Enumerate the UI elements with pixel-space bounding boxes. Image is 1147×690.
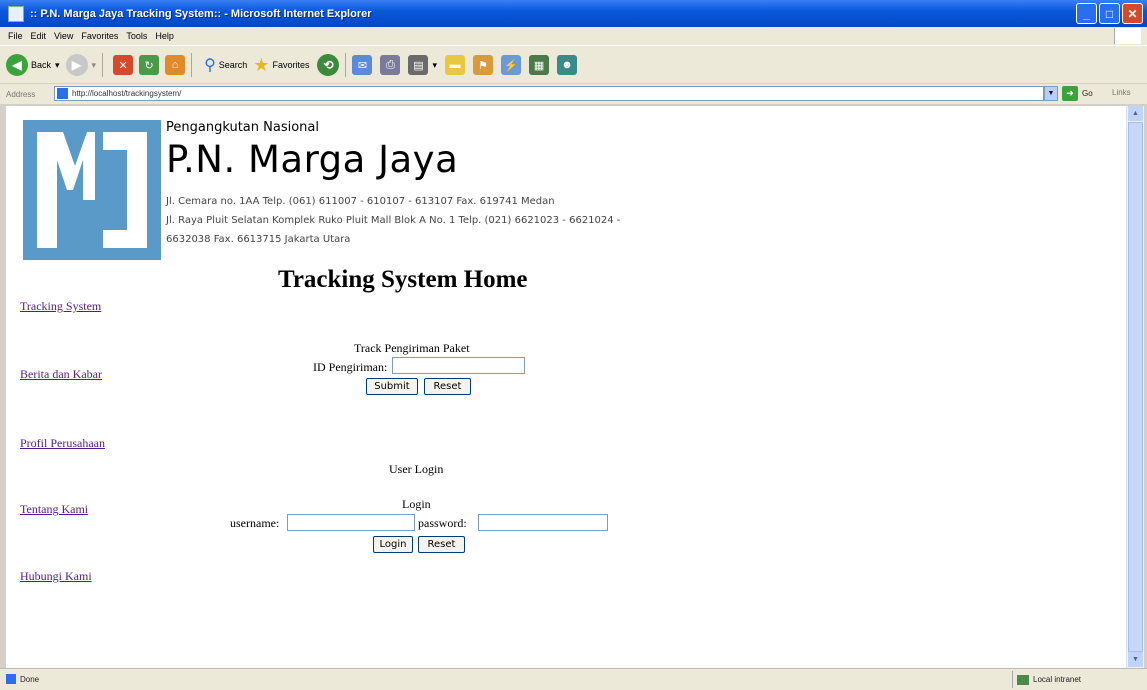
toolbar-separator (345, 53, 347, 77)
track-reset-button[interactable]: Reset (424, 378, 471, 395)
password-label: password: (418, 516, 467, 530)
login-reset-button[interactable]: Reset (418, 536, 465, 553)
close-button[interactable]: ✕ (1122, 3, 1143, 24)
page-viewport: Pengangkutan Nasional P.N. Marga Jaya Jl… (6, 106, 1126, 668)
title-bar: :: P.N. Marga Jaya Tracking System:: - M… (0, 0, 1147, 27)
forward-arrow-icon: ▶ (65, 54, 88, 76)
address-line-medan: Jl. Cemara no. 1AA Telp. (061) 611007 - … (166, 196, 555, 207)
status-done: Done (6, 674, 39, 684)
password-input[interactable] (478, 514, 608, 531)
toolbar-separator (191, 53, 193, 77)
history-icon[interactable]: ⟲ (317, 54, 340, 76)
user-login-heading: User Login (389, 462, 444, 476)
nav-tentang-kami[interactable]: Tentang Kami (20, 502, 88, 517)
company-logo (23, 120, 161, 260)
menu-file[interactable]: File (8, 31, 23, 41)
back-arrow-icon: ◀ (6, 54, 28, 76)
windows-logo-icon (1114, 28, 1141, 44)
edit-dropdown-icon[interactable]: ▾ (432, 60, 437, 71)
scroll-down-icon[interactable]: ▼ (1128, 652, 1143, 667)
print-icon[interactable]: ⎙ (380, 55, 401, 75)
company-name: P.N. Marga Jaya (166, 138, 459, 181)
home-icon[interactable]: ⌂ (165, 55, 186, 75)
back-button[interactable]: ◀ Back ▾ (6, 54, 60, 76)
track-submit-button[interactable]: Submit (366, 378, 418, 395)
username-label: username: (230, 516, 280, 530)
nav-berita-dan-kabar[interactable]: Berita dan Kabar (20, 367, 102, 382)
links-label[interactable]: Links (1112, 88, 1131, 97)
minimize-button[interactable]: _ (1076, 3, 1097, 24)
address-dropdown-icon[interactable]: ▼ (1044, 86, 1058, 101)
messenger-icon[interactable]: ⚡ (501, 55, 522, 75)
login-heading: Login (402, 497, 431, 511)
address-input[interactable]: http://localhost/trackingsystem/ (54, 86, 1044, 101)
users-icon[interactable]: ☻ (557, 55, 578, 75)
maximize-button[interactable]: □ (1099, 3, 1120, 24)
address-line-jakarta-cont: 6632038 Fax. 6613715 Jakarta Utara (166, 234, 351, 245)
search-label: Search (218, 60, 248, 70)
zone-text: Local intranet (1033, 675, 1082, 684)
search-icon: ⚲ (204, 57, 216, 74)
search-button[interactable]: ⚲ Search (204, 55, 247, 75)
media-icon[interactable]: ▦ (529, 55, 550, 75)
status-text: Done (20, 674, 40, 684)
favorites-star-icon: ★ (253, 54, 270, 75)
track-heading: Track Pengiriman Paket (354, 341, 470, 355)
scroll-thumb[interactable] (1128, 122, 1143, 652)
nav-profil-perusahaan[interactable]: Profil Perusahaan (20, 436, 105, 451)
forward-button[interactable]: ▶ ▾ (65, 54, 97, 76)
back-dropdown-icon: ▾ (55, 59, 60, 70)
menu-favorites[interactable]: Favorites (81, 31, 118, 41)
page-done-icon (6, 674, 16, 684)
track-id-label: ID Pengiriman: (313, 360, 388, 374)
vertical-scrollbar[interactable]: ▲ ▼ (1126, 106, 1144, 668)
favorites-label: Favorites (272, 60, 310, 70)
nav-hubungi-kami[interactable]: Hubungi Kami (20, 569, 92, 584)
go-button[interactable]: ➜ Go (1062, 86, 1093, 101)
intranet-icon (1017, 674, 1029, 685)
security-zone: Local intranet (1012, 671, 1142, 688)
scroll-up-icon[interactable]: ▲ (1128, 106, 1143, 121)
favorites-button[interactable]: ★ Favorites (253, 55, 309, 76)
menu-view[interactable]: View (54, 31, 73, 41)
address-bar: Address http://localhost/trackingsystem/… (0, 83, 1147, 104)
mail-icon[interactable]: ✉ (352, 55, 373, 75)
forward-dropdown-icon: ▾ (91, 59, 97, 70)
nav-tracking-system[interactable]: Tracking System (20, 299, 101, 314)
menu-edit[interactable]: Edit (31, 31, 47, 41)
back-label: Back (31, 60, 52, 70)
login-button[interactable]: Login (373, 536, 413, 553)
edit-icon[interactable]: ▤ (408, 55, 429, 75)
address-label: Address (6, 89, 36, 99)
company-subtitle: Pengangkutan Nasional (166, 120, 319, 135)
page-icon (57, 88, 68, 99)
window-controls: _ □ ✕ (1076, 3, 1143, 24)
address-url: http://localhost/trackingsystem/ (72, 89, 182, 98)
menu-tools[interactable]: Tools (126, 31, 147, 41)
status-bar: Done Local intranet (0, 668, 1147, 690)
menu-bar: File Edit View Favorites Tools Help (0, 27, 1147, 45)
menu-help[interactable]: Help (155, 31, 174, 41)
stop-icon[interactable]: ✕ (113, 55, 134, 75)
standard-toolbar: ◀ Back ▾ ▶ ▾ ✕ ↻ ⌂ ⚲ Search ★ Favorites … (0, 45, 1147, 84)
refresh-icon[interactable]: ↻ (139, 55, 160, 75)
toolbar-separator (102, 53, 104, 77)
username-input[interactable] (287, 514, 415, 531)
track-id-input[interactable] (392, 357, 525, 374)
ie-page-icon (8, 5, 24, 22)
go-arrow-icon: ➜ (1062, 86, 1078, 101)
folder-icon[interactable]: ▬ (445, 55, 466, 75)
page-title: Tracking System Home (278, 266, 528, 293)
research-icon[interactable]: ⚑ (473, 55, 494, 75)
address-line-jakarta: Jl. Raya Pluit Selatan Komplek Ruko Plui… (166, 215, 621, 226)
go-label: Go (1082, 89, 1093, 98)
window-title: :: P.N. Marga Jaya Tracking System:: - M… (30, 7, 372, 20)
